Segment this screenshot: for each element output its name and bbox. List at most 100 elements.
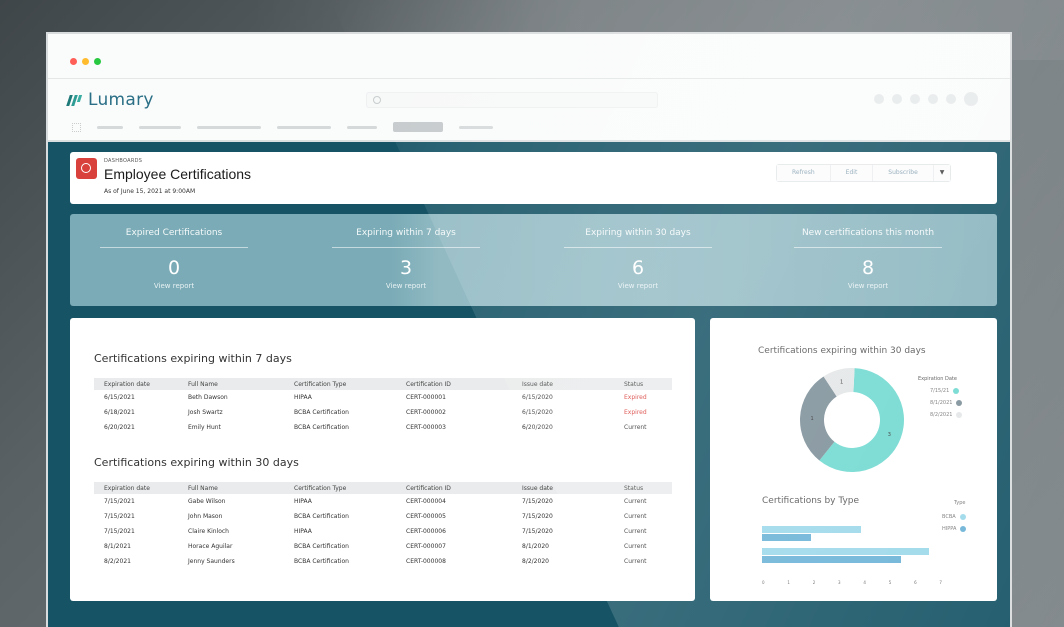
- kpi-expired[interactable]: Expired Certifications 0 View report: [100, 228, 248, 290]
- certification-id-link[interactable]: CERT-000003: [396, 420, 512, 435]
- column-header[interactable]: Full Name: [178, 482, 284, 494]
- column-header[interactable]: Status: [614, 482, 672, 494]
- table-7-days: Expiration date Full Name Certification …: [94, 378, 672, 435]
- nav-item[interactable]: [347, 125, 377, 129]
- bar-bcba[interactable]: [762, 548, 930, 555]
- axis-tick-label: 6: [914, 580, 917, 585]
- legend-item: BCBA: [942, 514, 966, 520]
- legend-label: HIPPA: [942, 526, 957, 532]
- nav-item-dashboards[interactable]: [393, 122, 443, 132]
- table-row[interactable]: 7/15/2021 John Mason BCBA Certification CER…: [94, 509, 672, 524]
- view-report-link[interactable]: View report: [100, 282, 248, 290]
- chevron-down-icon[interactable]: ▼: [933, 165, 951, 181]
- expiration-date-cell: 6/18/2021: [104, 409, 135, 416]
- nav-item[interactable]: [459, 125, 493, 129]
- table-row[interactable]: 7/15/2021 Gabe Wilson HIPAA CERT-000004 7/15…: [94, 494, 672, 509]
- full-name-link[interactable]: Horace Aguilar: [178, 539, 284, 554]
- global-search-input[interactable]: [366, 92, 658, 108]
- table-row[interactable]: 8/2/2021 Jenny Saunders BCBA Certification…: [94, 554, 672, 569]
- dashboard-header: DASHBOARDS Employee Certifications As of…: [70, 152, 997, 204]
- column-header[interactable]: Certification ID: [396, 378, 512, 390]
- table-row[interactable]: 6/15/2021 Beth Dawson HIPAA CERT-000001 6/15…: [94, 390, 672, 405]
- breadcrumb[interactable]: DASHBOARDS: [104, 158, 142, 164]
- view-report-link[interactable]: View report: [332, 282, 480, 290]
- certification-type-link[interactable]: BCBA Certification: [284, 539, 396, 554]
- column-header[interactable]: Status: [614, 378, 672, 390]
- column-header[interactable]: Expiration date: [94, 482, 178, 494]
- legend-label: 8/1/2021: [930, 400, 953, 406]
- table-row[interactable]: 6/20/2021 Emily Hunt BCBA Certification CER…: [94, 420, 672, 435]
- nav-item[interactable]: [139, 125, 181, 129]
- avatar[interactable]: [964, 92, 978, 106]
- full-name-link[interactable]: Josh Swartz: [178, 405, 284, 420]
- edit-button[interactable]: Edit: [830, 165, 874, 181]
- donut-chart[interactable]: 3 1 1: [782, 360, 922, 480]
- bar-bcba[interactable]: [762, 526, 861, 533]
- table-row[interactable]: 6/18/2021 Josh Swartz BCBA Certification CE…: [94, 405, 672, 420]
- app-launcher-icon[interactable]: [72, 122, 81, 132]
- status-cell: Current: [624, 513, 647, 520]
- close-dot[interactable]: [70, 58, 77, 65]
- certification-id-link[interactable]: CERT-000006: [396, 524, 512, 539]
- subscribe-button[interactable]: Subscribe: [873, 165, 934, 181]
- maximize-dot[interactable]: [94, 58, 101, 65]
- certification-type-link[interactable]: BCBA Certification: [284, 509, 396, 524]
- status-cell: Current: [624, 543, 647, 550]
- bar-legend-title-text: Type: [954, 500, 966, 506]
- bar-hippa[interactable]: [762, 534, 811, 541]
- notifications-icon[interactable]: [946, 94, 956, 104]
- certification-id-link[interactable]: CERT-000002: [396, 405, 512, 420]
- refresh-button[interactable]: Refresh: [777, 165, 831, 181]
- donut-chart-title: Certifications expiring within 30 days: [758, 346, 926, 356]
- donut-legend-title: Expiration Date: [918, 376, 957, 382]
- full-name-link[interactable]: John Mason: [178, 509, 284, 524]
- column-header[interactable]: Full Name: [178, 378, 284, 390]
- app-logo[interactable]: Lumary: [66, 90, 154, 110]
- nav-item[interactable]: [277, 125, 331, 129]
- full-name-link[interactable]: Gabe Wilson: [178, 494, 284, 509]
- table-row[interactable]: 7/15/2021 Claire Kinloch HIPAA CERT-000006 7…: [94, 524, 672, 539]
- dashboard-icon: [76, 158, 97, 179]
- table-row[interactable]: 8/1/2021 Horace Aguilar BCBA Certification…: [94, 539, 672, 554]
- view-report-link[interactable]: View report: [564, 282, 712, 290]
- certification-type-link[interactable]: BCBA Certification: [284, 405, 396, 420]
- certification-id-link[interactable]: CERT-000007: [396, 539, 512, 554]
- help-icon[interactable]: [910, 94, 920, 104]
- certification-type-link[interactable]: BCBA Certification: [284, 420, 396, 435]
- certification-id-link[interactable]: CERT-000001: [396, 390, 512, 405]
- certification-type-link[interactable]: BCBA Certification: [284, 554, 396, 569]
- table-7-days-title: Certifications expiring within 7 days: [94, 352, 292, 365]
- column-header[interactable]: Expiration date: [94, 378, 178, 390]
- bar-chart[interactable]: [762, 526, 942, 578]
- nav-item[interactable]: [97, 125, 123, 129]
- full-name-link[interactable]: Claire Kinloch: [178, 524, 284, 539]
- table-30-days: Expiration date Full Name Certification …: [94, 482, 672, 569]
- kpi-7-days[interactable]: Expiring within 7 days 3 View report: [332, 228, 480, 290]
- nav-item[interactable]: [197, 125, 261, 129]
- bar-hippa[interactable]: [762, 556, 901, 563]
- full-name-link[interactable]: Jenny Saunders: [178, 554, 284, 569]
- full-name-link[interactable]: Beth Dawson: [178, 390, 284, 405]
- certification-type-link[interactable]: HIPAA: [284, 524, 396, 539]
- minimize-dot[interactable]: [82, 58, 89, 65]
- column-header[interactable]: Certification Type: [284, 482, 396, 494]
- column-header[interactable]: Certification Type: [284, 378, 396, 390]
- favorites-icon[interactable]: [874, 94, 884, 104]
- issue-date-cell: 6/15/2020: [522, 409, 553, 416]
- certification-id-link[interactable]: CERT-000008: [396, 554, 512, 569]
- kpi-new-this-month[interactable]: New certifications this month 8 View rep…: [794, 228, 942, 290]
- full-name-link[interactable]: Emily Hunt: [178, 420, 284, 435]
- certification-type-link[interactable]: HIPAA: [284, 494, 396, 509]
- column-header[interactable]: Issue date: [512, 482, 614, 494]
- add-icon[interactable]: [892, 94, 902, 104]
- certification-type-link[interactable]: HIPAA: [284, 390, 396, 405]
- expiration-date-cell: 7/15/2021: [104, 528, 135, 535]
- certification-id-link[interactable]: CERT-000004: [396, 494, 512, 509]
- issue-date-cell: 6/20/2020: [522, 424, 553, 431]
- column-header[interactable]: Certification ID: [396, 482, 512, 494]
- view-report-link[interactable]: View report: [794, 282, 942, 290]
- column-header[interactable]: Issue date: [512, 378, 614, 390]
- certification-id-link[interactable]: CERT-000005: [396, 509, 512, 524]
- settings-icon[interactable]: [928, 94, 938, 104]
- kpi-30-days[interactable]: Expiring within 30 days 6 View report: [564, 228, 712, 290]
